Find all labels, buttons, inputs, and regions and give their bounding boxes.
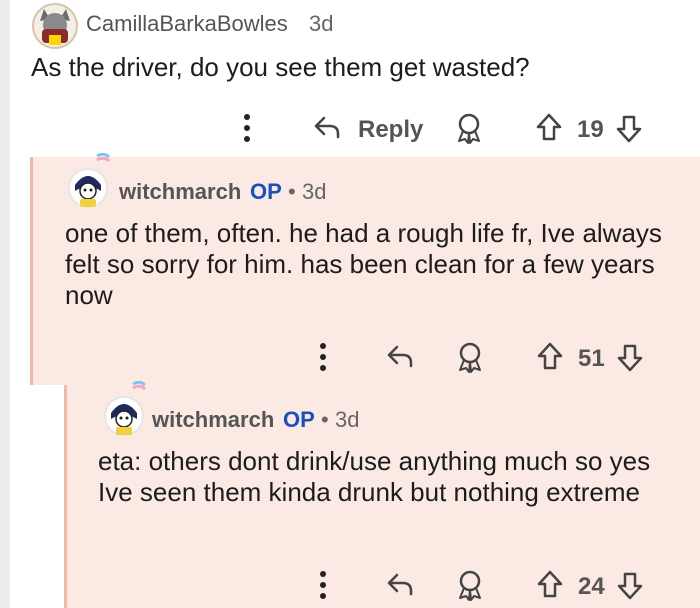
avatar-witchmarch[interactable] — [101, 381, 151, 437]
reply-comment-2: witchmarch OP • 3d eta: others dont drin… — [64, 381, 700, 608]
downvote-icon[interactable] — [615, 114, 643, 144]
upvote-icon[interactable] — [536, 569, 564, 599]
avatar-witchmarch[interactable] — [65, 153, 115, 209]
comment-author[interactable]: witchmarch — [152, 407, 274, 433]
reply-arrow-icon[interactable] — [312, 114, 342, 140]
reply-comment-1: witchmarch OP • 3d one of them, often. h… — [30, 153, 700, 385]
comment-body: As the driver, do you see them get waste… — [31, 52, 530, 82]
award-icon[interactable] — [455, 341, 485, 373]
comment-timestamp: 3d — [302, 179, 327, 204]
comment-author[interactable]: CamillaBarkaBowles — [86, 11, 288, 37]
reply-arrow-icon[interactable] — [385, 343, 415, 369]
downvote-icon[interactable] — [616, 343, 644, 373]
thread-rail[interactable] — [0, 0, 10, 608]
more-icon[interactable] — [318, 341, 328, 373]
comment-timestamp: 3d — [309, 11, 334, 36]
comment-body: eta: others dont drink/use anything much… — [98, 446, 651, 507]
separator-dot: • — [288, 179, 296, 204]
reply-arrow-icon[interactable] — [385, 571, 415, 597]
op-badge: OP — [283, 407, 315, 432]
comment-actions: 24 — [67, 565, 700, 605]
more-icon[interactable] — [318, 569, 328, 601]
downvote-icon[interactable] — [616, 571, 644, 601]
comment-actions: 51 — [33, 337, 700, 377]
more-icon[interactable] — [242, 112, 252, 144]
op-badge: OP — [250, 179, 282, 204]
comment-body: one of them, often. he had a rough life … — [65, 218, 662, 310]
upvote-icon[interactable] — [536, 341, 564, 371]
reply-button[interactable]: Reply — [358, 116, 423, 144]
comment-author[interactable]: witchmarch — [119, 179, 241, 205]
award-icon[interactable] — [454, 112, 484, 144]
comment-1: CamillaBarkaBowles 3d As the driver, do … — [28, 0, 700, 157]
vote-count: 19 — [577, 116, 604, 143]
vote-count: 51 — [578, 345, 605, 372]
award-icon[interactable] — [455, 569, 485, 601]
upvote-icon[interactable] — [535, 112, 563, 142]
comment-actions: Reply 19 — [28, 108, 700, 148]
comment-timestamp: 3d — [335, 407, 360, 432]
vote-count: 24 — [578, 573, 605, 600]
avatar[interactable] — [32, 3, 78, 49]
separator-dot: • — [321, 407, 329, 432]
